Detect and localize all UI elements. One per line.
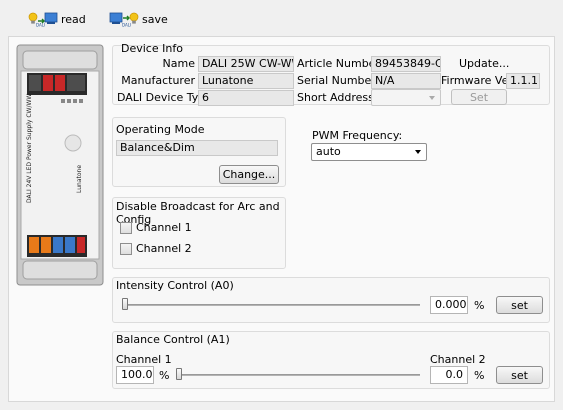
operating-mode-field: Balance&Dim: [116, 140, 278, 156]
device-info-group: Device Info Name DALI 25W CW-WW ... Arti…: [112, 42, 550, 106]
device-brand-text: Lunatone: [76, 165, 83, 193]
save-label: save: [142, 12, 168, 26]
set-address-button[interactable]: Set: [451, 89, 507, 105]
intensity-control-title: Intensity Control (A0): [116, 279, 234, 292]
chevron-down-icon: [415, 150, 421, 154]
checkbox-box[interactable]: [120, 221, 132, 234]
balance-control-group: Balance Control (A1) Channel 1 Channel 2…: [112, 331, 550, 389]
name-label: Name: [162, 57, 195, 70]
intensity-value-input[interactable]: 0.000: [430, 296, 468, 314]
checkbox-box[interactable]: [120, 242, 132, 255]
firmware-version-label: Firmware Ver: [441, 74, 513, 87]
read-button[interactable]: DALI read: [28, 10, 86, 28]
operating-mode-title: Operating Mode: [116, 123, 205, 136]
disable-broadcast-group: Disable Broadcast for Arc and Config Cha…: [112, 197, 286, 269]
balance-channel2-label: Channel 2: [430, 353, 486, 366]
serial-number-field: N/A: [371, 73, 441, 89]
article-number-field: 89453849-CW...: [371, 56, 441, 72]
serial-number-label: Serial Number: [297, 74, 376, 87]
short-address-label: Short Address: [297, 91, 374, 104]
channel1-checkbox-label: Channel 1: [136, 221, 192, 234]
update-link[interactable]: Update...: [459, 57, 509, 70]
balance-channel1-input[interactable]: 100.0: [116, 366, 154, 384]
article-number-label: Article Number: [297, 57, 380, 70]
firmware-version-field: 1.1.1: [506, 73, 540, 89]
device-product-text: DALI 24V LED Power Supply CW/WW: [26, 94, 33, 203]
operating-mode-group: Operating Mode Balance&Dim Change...: [112, 117, 286, 187]
balance-channel1-label: Channel 1: [116, 353, 172, 366]
intensity-slider-thumb[interactable]: [122, 298, 128, 310]
chevron-down-icon: [429, 96, 435, 100]
pwm-frequency-label: PWM Frequency:: [312, 129, 403, 142]
balance-slider-thumb[interactable]: [176, 368, 182, 380]
channel2-checkbox[interactable]: Channel 2: [120, 242, 192, 255]
intensity-unit: %: [474, 299, 485, 312]
read-icon: DALI: [28, 11, 58, 27]
balance-control-title: Balance Control (A1): [116, 333, 230, 346]
device-image: DALI 24V LED Power Supply CW/WW Lunatone: [15, 43, 105, 287]
svg-text:DALI: DALI: [122, 23, 131, 28]
channel1-checkbox[interactable]: Channel 1: [120, 221, 192, 234]
pwm-frequency-select[interactable]: auto: [311, 143, 427, 161]
manufacturer-field: Lunatone: [198, 73, 294, 89]
toolbar: DALI read DALI save: [0, 0, 563, 34]
balance-channel2-input[interactable]: 0.0: [430, 366, 468, 384]
intensity-set-button[interactable]: set: [496, 296, 543, 314]
change-mode-button[interactable]: Change...: [219, 165, 279, 184]
device-info-title: Device Info: [121, 42, 183, 55]
intensity-control-group: Intensity Control (A0) 0.000 % set: [112, 277, 550, 323]
intensity-slider-track[interactable]: [122, 304, 420, 306]
channel2-checkbox-label: Channel 2: [136, 242, 192, 255]
balance-channel1-unit: %: [159, 369, 170, 382]
name-field: DALI 25W CW-WW ...: [198, 56, 294, 72]
balance-channel2-unit: %: [474, 369, 485, 382]
manufacturer-label: Manufacturer: [121, 74, 195, 87]
save-button[interactable]: DALI save: [109, 10, 168, 28]
svg-text:DALI: DALI: [36, 23, 45, 28]
dali-device-type-field: 6: [198, 90, 294, 106]
main-panel: DALI 24V LED Power Supply CW/WW Lunatone…: [8, 36, 555, 402]
save-icon: DALI: [109, 11, 139, 27]
short-address-select[interactable]: [371, 89, 441, 106]
read-label: read: [61, 12, 86, 26]
balance-slider-track[interactable]: [176, 374, 420, 376]
balance-set-button[interactable]: set: [496, 366, 543, 384]
pwm-frequency-value: auto: [316, 145, 341, 158]
